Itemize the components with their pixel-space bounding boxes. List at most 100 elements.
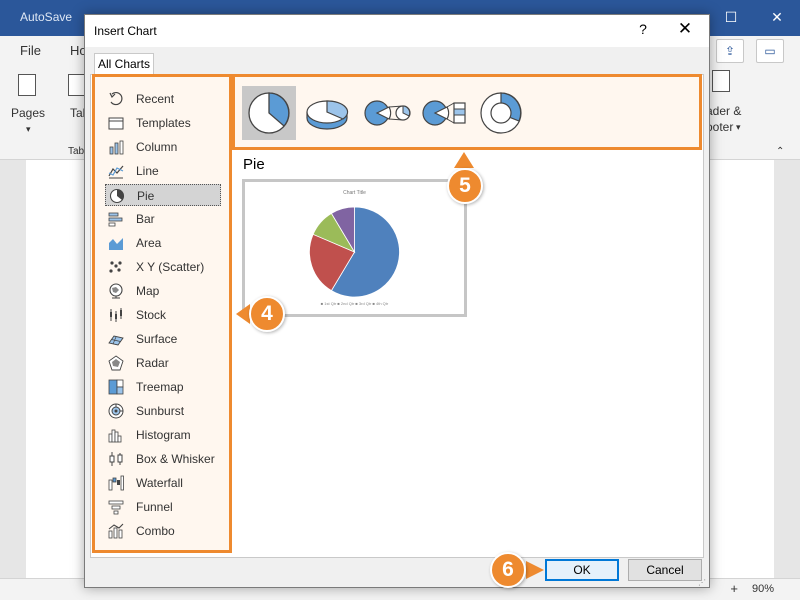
chart-category-column[interactable]: Column (105, 136, 221, 158)
window-close-button[interactable]: ✕ (754, 0, 800, 36)
header-label[interactable]: ader & (706, 104, 741, 118)
zoom-in-icon[interactable]: + (730, 581, 738, 596)
bar-of-pie-subtype-icon (422, 100, 466, 126)
funnel-chart-icon (108, 500, 124, 515)
subtype-3d-pie[interactable] (300, 86, 354, 140)
stock-chart-icon (110, 308, 122, 322)
callout-6: 6 (490, 552, 526, 588)
resize-grip-icon[interactable]: ⋰ (698, 578, 706, 587)
chart-category-label: Column (136, 140, 178, 154)
chart-category-treemap[interactable]: Treemap (105, 376, 221, 398)
comment-icon: ▭ (764, 44, 776, 58)
chart-category-label: Histogram (136, 428, 191, 442)
chart-category-histogram[interactable]: Histogram (105, 424, 221, 446)
tables-group-label: Tab (68, 146, 85, 157)
chart-category-list: Recent Templates Column Line Pie Bar Area X Y (… (92, 74, 232, 553)
chart-category-label: Bar (136, 212, 155, 226)
chart-category-recent[interactable]: Recent (105, 88, 221, 110)
chart-category-pie[interactable]: Pie (105, 184, 221, 206)
pages-icon[interactable] (18, 74, 36, 96)
area-chart-icon (109, 238, 123, 250)
chart-category-area[interactable]: Area (105, 232, 221, 254)
tab-all-charts[interactable]: All Charts (94, 53, 154, 75)
box-whisker-chart-icon (109, 452, 123, 466)
header-icon[interactable] (712, 70, 730, 92)
subtype-pie[interactable] (242, 86, 296, 140)
collapse-ribbon-icon[interactable]: ⌃ (776, 146, 784, 157)
map-chart-icon (109, 283, 123, 299)
chart-category-label: Waterfall (136, 476, 183, 490)
recent-icon (109, 91, 123, 106)
pie-of-pie-subtype-icon (364, 100, 411, 126)
doughnut-subtype-icon (480, 92, 522, 134)
chart-category-templates[interactable]: Templates (105, 112, 221, 134)
chart-category-box-whisker[interactable]: Box & Whisker (105, 448, 221, 470)
chart-category-label: Radar (136, 356, 169, 370)
chart-category-waterfall[interactable]: Waterfall (105, 472, 221, 494)
chart-category-surface[interactable]: Surface (105, 328, 221, 350)
footer-dropdown-icon: ▾ (736, 122, 741, 132)
chart-category-label: Templates (136, 116, 191, 130)
callout-5-arrow (454, 152, 474, 168)
callout-4: 4 (249, 296, 285, 332)
chart-category-radar[interactable]: Radar (105, 352, 221, 374)
pages-label[interactable]: Pages (11, 106, 45, 120)
chart-category-label: Stock (136, 308, 167, 322)
3d-pie-subtype-icon (306, 100, 349, 130)
chart-category-label: X Y (Scatter) (136, 260, 205, 274)
share-icon: ⇪ (724, 44, 736, 58)
chart-category-label: Sunburst (136, 404, 185, 418)
chart-category-funnel[interactable]: Funnel (105, 496, 221, 518)
subtype-doughnut[interactable] (474, 86, 528, 140)
dialog-title-bar: Insert Chart ? ✕ (85, 15, 709, 47)
subtype-bar-of-pie[interactable] (416, 86, 470, 140)
pie-chart-icon (109, 188, 125, 204)
chart-category-map[interactable]: Map (105, 280, 221, 302)
chart-category-label: Treemap (136, 380, 184, 394)
chart-preview[interactable]: Chart Title ■ 1st Qtr ■ 2nd Qtr ■ 3rd Qt… (242, 179, 467, 317)
chart-category-label: Map (136, 284, 160, 298)
tab-file[interactable]: File (20, 43, 41, 58)
dialog-title: Insert Chart (94, 24, 157, 38)
autosave-label[interactable]: AutoSave (20, 10, 72, 24)
dialog-close-button[interactable]: ✕ (675, 19, 695, 39)
radar-chart-icon (108, 355, 124, 371)
chart-category-x-y-scatter[interactable]: X Y (Scatter) (105, 256, 221, 278)
callout-4-arrow (236, 304, 250, 324)
subtype-pie-of-pie[interactable] (358, 86, 412, 140)
chart-category-stock[interactable]: Stock (105, 304, 221, 326)
chart-category-sunburst[interactable]: Sunburst (105, 400, 221, 422)
zoom-level[interactable]: 90% (752, 583, 774, 595)
chart-category-combo[interactable]: Combo (105, 520, 221, 542)
chart-subtype-strip (232, 74, 702, 150)
footer-label[interactable]: ooter (706, 120, 733, 134)
maximize-button[interactable]: ☐ (708, 0, 754, 36)
chart-category-label: Funnel (136, 500, 173, 514)
sunburst-chart-icon (108, 403, 124, 419)
pages-dropdown-icon: ▾ (26, 124, 31, 134)
chart-category-label: Recent (136, 92, 175, 106)
waterfall-chart-icon (108, 475, 124, 491)
column-chart-icon (109, 140, 124, 155)
chart-category-label: Line (136, 164, 159, 178)
combo-chart-icon (108, 523, 124, 539)
cancel-button[interactable]: Cancel (628, 559, 702, 581)
callout-6-arrow (526, 561, 544, 579)
chart-category-label: Box & Whisker (136, 452, 215, 466)
chart-category-bar[interactable]: Bar (105, 208, 221, 230)
chart-category-line[interactable]: Line (105, 160, 221, 182)
preview-pie-chart (309, 206, 400, 298)
chart-category-label: Area (136, 236, 162, 250)
histogram-chart-icon (108, 429, 122, 443)
preview-heading: Pie (243, 156, 265, 173)
bar-chart-icon (108, 212, 123, 227)
pie-subtype-icon (248, 92, 290, 134)
chart-category-label: Pie (137, 189, 155, 203)
comments-button[interactable]: ▭ (756, 39, 784, 63)
help-button[interactable]: ? (633, 21, 653, 37)
line-chart-icon (108, 165, 124, 179)
callout-5: 5 (447, 168, 483, 204)
ok-button[interactable]: OK (545, 559, 619, 581)
share-button[interactable]: ⇪ (716, 39, 744, 63)
chart-category-label: Surface (136, 332, 178, 346)
